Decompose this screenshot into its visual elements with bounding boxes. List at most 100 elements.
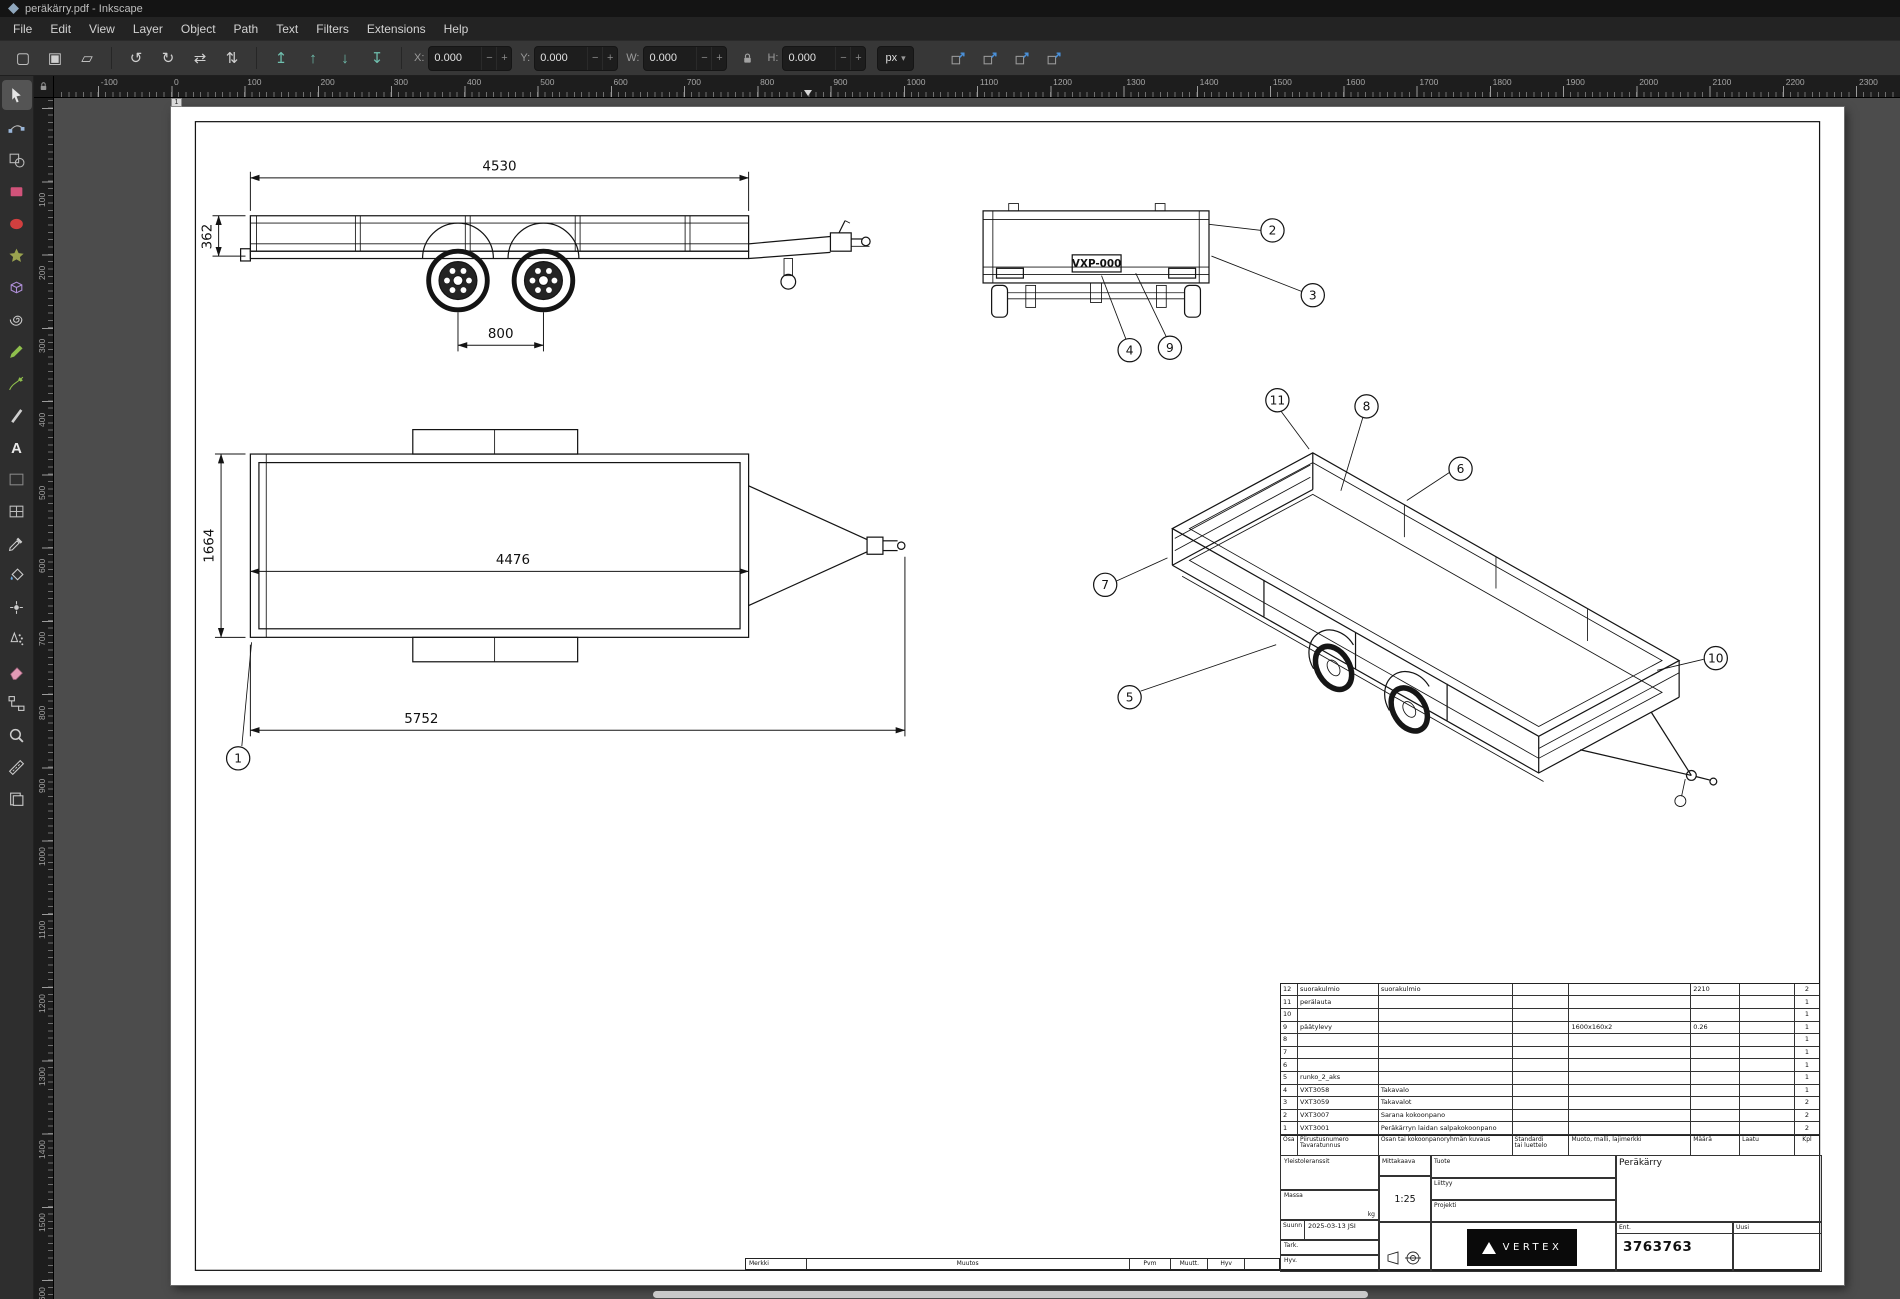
unit-select[interactable]: px ▾	[877, 46, 913, 71]
tool-pencil[interactable]	[2, 336, 32, 366]
tool-eraser[interactable]	[2, 656, 32, 686]
x-value[interactable]: 0.000	[429, 52, 481, 64]
transform-gradients-toggle[interactable]	[1008, 44, 1038, 72]
tool-ellipse[interactable]	[2, 208, 32, 238]
menu-file[interactable]: File	[4, 19, 41, 39]
transform-patterns-toggle[interactable]	[1040, 44, 1070, 72]
tool-paint-bucket[interactable]	[2, 560, 32, 590]
select-all-layers-button[interactable]: ▣	[40, 44, 70, 72]
tool-zoom[interactable]	[2, 720, 32, 750]
flip-vertical-button[interactable]: ⇅	[217, 44, 247, 72]
lower-to-bottom-button[interactable]: ↧	[362, 44, 392, 72]
tool-selector[interactable]	[2, 80, 32, 110]
raise-to-top-button[interactable]: ↥	[266, 44, 296, 72]
rotate-ccw-button[interactable]: ↺	[121, 44, 151, 72]
lock-ratio-button[interactable]	[732, 44, 762, 72]
parts-cell	[1740, 1097, 1795, 1110]
dropper-icon	[8, 535, 25, 552]
v-ruler-label: 1100	[37, 921, 47, 939]
tool-node-editor[interactable]	[2, 112, 32, 142]
y-decrement-button[interactable]: −	[587, 46, 602, 71]
h-increment-button[interactable]: +	[850, 46, 865, 71]
window-title: peräkärry.pdf - Inkscape	[25, 3, 143, 15]
checked-cell: Tark.	[1281, 1240, 1379, 1255]
ruler-horizontal[interactable]: -100010020030040050060070080090010001100…	[54, 76, 1900, 98]
y-value[interactable]: 0.000	[535, 52, 587, 64]
rotate-cw-button[interactable]: ↻	[153, 44, 183, 72]
parts-cell	[1691, 1072, 1740, 1085]
tool-gradient[interactable]	[2, 464, 32, 494]
w-decrement-button[interactable]: −	[696, 46, 711, 71]
y-increment-button[interactable]: +	[602, 46, 617, 71]
x-input[interactable]: 0.000 − +	[428, 46, 512, 71]
v-ruler-label: 1300	[37, 1067, 47, 1086]
tool-pen[interactable]	[2, 368, 32, 398]
tool-spray[interactable]	[2, 624, 32, 654]
tool-text[interactable]	[2, 432, 32, 462]
transform-corners-toggle[interactable]	[976, 44, 1006, 72]
parts-cell: 2	[1795, 1122, 1819, 1135]
designer-value: 2025-03-13 JSI	[1305, 1220, 1359, 1240]
svg-text:8: 8	[1363, 400, 1371, 414]
lower-button[interactable]: ↓	[330, 44, 360, 72]
tool-connector[interactable]	[2, 688, 32, 718]
tool-pages[interactable]	[2, 784, 32, 814]
tool-rectangle[interactable]	[2, 176, 32, 206]
tool-spiral[interactable]	[2, 304, 32, 334]
v-ruler-label: 200	[37, 266, 47, 280]
parts-cell	[1740, 1085, 1795, 1098]
x-decrement-button[interactable]: −	[481, 46, 496, 71]
parts-cell: 0.26	[1691, 1022, 1740, 1035]
tool-measure[interactable]	[2, 752, 32, 782]
menu-filters[interactable]: Filters	[307, 19, 358, 39]
parts-cell	[1298, 1034, 1379, 1047]
parts-cell: suorakulmio	[1298, 984, 1379, 997]
menu-edit[interactable]: Edit	[41, 19, 80, 39]
raise-button[interactable]: ↑	[298, 44, 328, 72]
menu-layer[interactable]: Layer	[124, 19, 172, 39]
dimension-total-length: 5752	[404, 712, 438, 727]
menu-extensions[interactable]: Extensions	[358, 19, 435, 39]
menu-help[interactable]: Help	[435, 19, 478, 39]
menu-view[interactable]: View	[80, 19, 124, 39]
ruler-vertical[interactable]: 1002003004005006007008009001000110012001…	[34, 98, 54, 1299]
x-increment-button[interactable]: +	[496, 46, 511, 71]
w-input[interactable]: 0.000 − +	[643, 46, 727, 71]
horizontal-scrollbar-thumb[interactable]	[653, 1291, 1368, 1298]
parts-cell	[1513, 1110, 1570, 1123]
parts-cell: päätylevy	[1298, 1022, 1379, 1035]
h-input[interactable]: 0.000 − +	[782, 46, 866, 71]
svg-text:1: 1	[234, 752, 242, 766]
parts-cell	[1691, 1110, 1740, 1123]
tool-mesh-gradient[interactable]	[2, 496, 32, 526]
tool-tweak[interactable]	[2, 592, 32, 622]
tool-shape-builder[interactable]	[2, 144, 32, 174]
w-increment-button[interactable]: +	[711, 46, 726, 71]
y-input[interactable]: 0.000 − +	[534, 46, 618, 71]
tool-dropper[interactable]	[2, 528, 32, 558]
parts-cell	[1379, 1022, 1513, 1035]
menu-object[interactable]: Object	[172, 19, 225, 39]
parts-cell	[1379, 1034, 1513, 1047]
select-all-button[interactable]: ▢	[8, 44, 38, 72]
ruler-corner[interactable]	[34, 76, 54, 98]
tool-star[interactable]	[2, 240, 32, 270]
tool-calligraphy[interactable]	[2, 400, 32, 430]
page-badge[interactable]: 1	[171, 98, 182, 107]
h-ruler-label: 700	[687, 77, 701, 87]
page[interactable]: 4530 362 800	[171, 107, 1844, 1285]
w-value[interactable]: 0.000	[644, 52, 696, 64]
h-value[interactable]: 0.000	[783, 52, 835, 64]
menu-text[interactable]: Text	[267, 19, 307, 39]
canvas[interactable]: 1	[54, 98, 1900, 1299]
parts-cell: 1	[1795, 1047, 1819, 1060]
menu-path[interactable]: Path	[225, 19, 268, 39]
projection-symbol-cell	[1379, 1222, 1431, 1270]
transform-stroke-toggle[interactable]	[944, 44, 974, 72]
flip-horizontal-button[interactable]: ⇄	[185, 44, 215, 72]
deselect-button[interactable]: ▱	[72, 44, 102, 72]
parts-cell: VXT3059	[1298, 1097, 1379, 1110]
tool-box-3d[interactable]	[2, 272, 32, 302]
wheel	[1308, 640, 1359, 696]
h-decrement-button[interactable]: −	[835, 46, 850, 71]
